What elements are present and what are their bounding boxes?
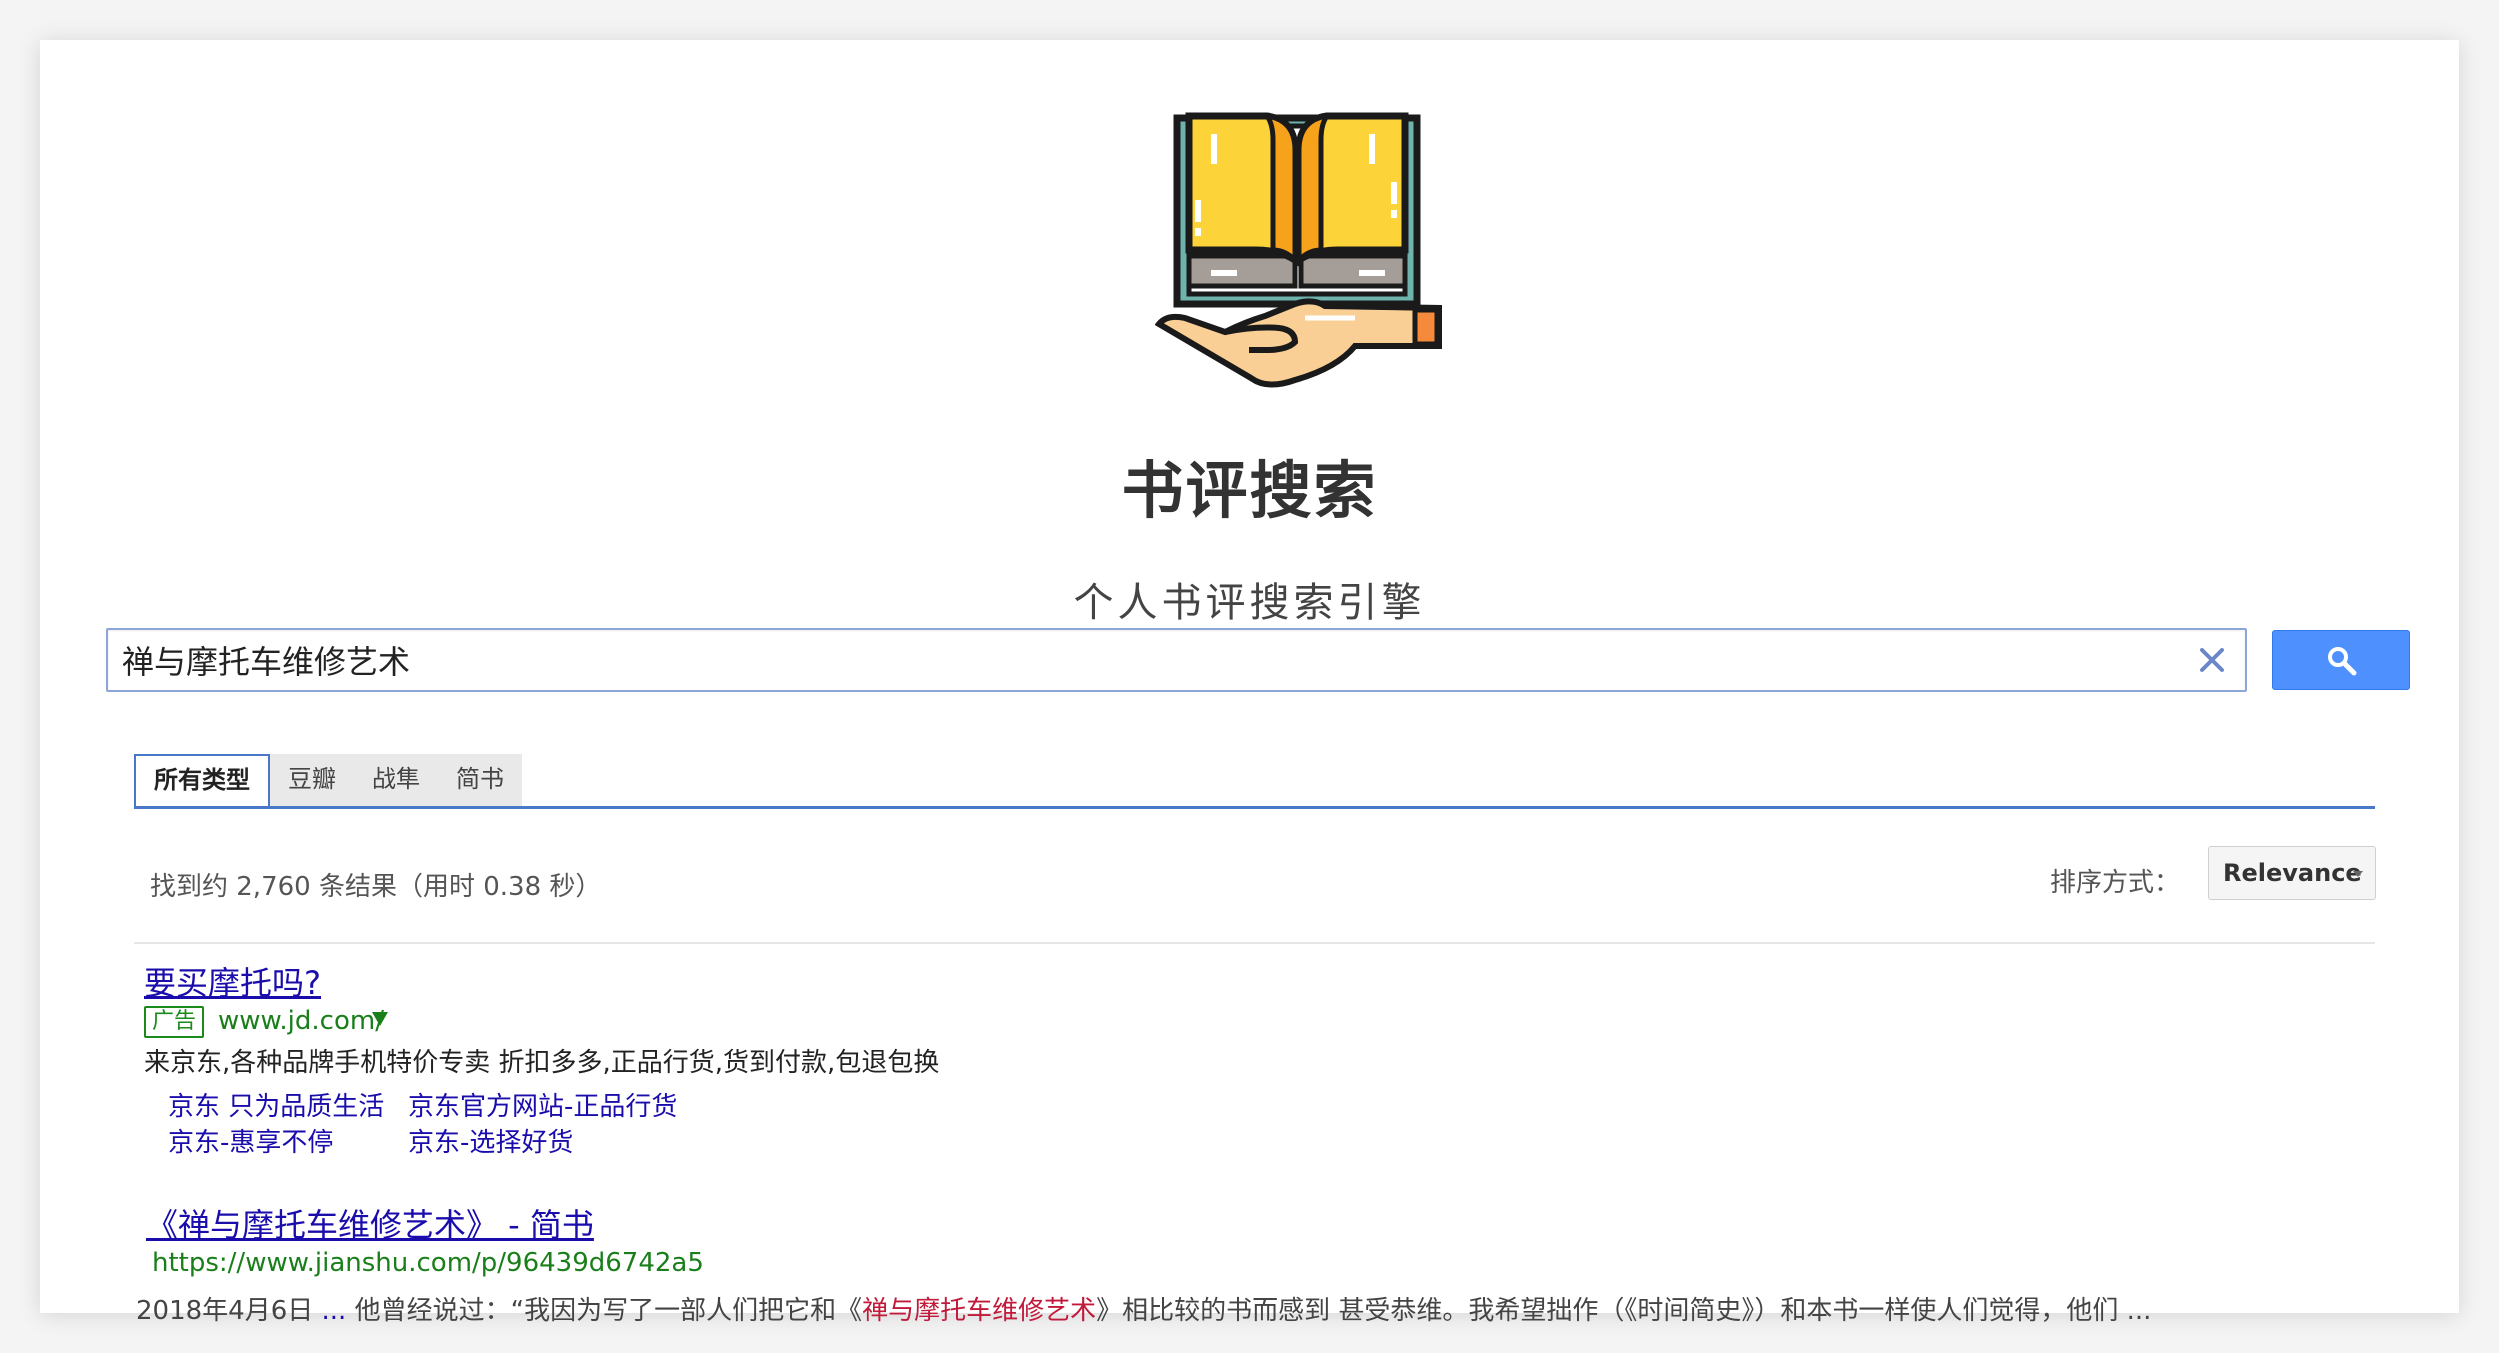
tabs-underline [134, 806, 2375, 809]
result-title-link[interactable]: 《禅与摩托车维修艺术》 - 简书 [146, 1200, 594, 1246]
sort-select[interactable]: Relevance [2208, 846, 2376, 900]
page-card: 书评搜索 个人书评搜索引擎 所有类型 豆瓣 战隼 简书 找到约 2,760 条结… [40, 40, 2459, 1326]
snippet-text-before: 他曾经说过：“我因为写了一部人们把它和《 [354, 1296, 863, 1326]
snippet-ellipsis: ... [321, 1296, 347, 1326]
caret-down-icon[interactable] [372, 1012, 388, 1026]
book-hand-icon [1155, 112, 1442, 388]
tab-douban[interactable]: 豆瓣 [270, 754, 354, 806]
result-snippet: 2018年4月6日 ... 他曾经说过：“我因为写了一部人们把它和《禅与摩托车维… [136, 1290, 2151, 1327]
ad-description: 来京东,各种品牌手机特价专卖 折扣多多,正品行货,货到付款,包退包换 [144, 1048, 940, 1078]
ad-url: www.jd.com/ [218, 1006, 384, 1036]
snippet-text-after: 》相比较的书而感到 甚受恭维。我希望拙作（《时间简史》）和本书一样使人们觉得，他… [1096, 1296, 2152, 1326]
ad-badge: 广告 [144, 1006, 205, 1038]
tab-jianshu[interactable]: 简书 [438, 754, 522, 806]
chevron-down-icon [2353, 871, 2363, 877]
search-button[interactable] [2272, 630, 2410, 690]
result-type-tabs: 所有类型 豆瓣 战隼 简书 [134, 754, 522, 806]
search-box [106, 628, 2247, 692]
ad-sitelink[interactable]: 京东-选择好货 [408, 1122, 573, 1159]
snippet-highlight: 禅与摩托车维修艺术 [862, 1296, 1097, 1326]
sort-selected-value: Relevance [2223, 859, 2362, 887]
search-icon [2328, 647, 2357, 676]
ad-title-link[interactable]: 要买摩托吗? [144, 958, 321, 1004]
ad-sitelink[interactable]: 京东官方网站-正品行货 [408, 1086, 677, 1123]
result-url: https://www.jianshu.com/p/96439d6742a5 [152, 1248, 704, 1278]
site-subtitle: 个人书评搜索引擎 [1073, 580, 1426, 626]
result-date: 2018年4月6日 [136, 1296, 314, 1326]
tab-zhansun[interactable]: 战隼 [354, 754, 438, 806]
results-count: 找到约 2,760 条结果（用时 0.38 秒） [150, 872, 602, 902]
ad-sitelink[interactable]: 京东-惠享不停 [168, 1122, 333, 1159]
search-input[interactable] [122, 630, 2162, 690]
results-divider [134, 942, 2375, 944]
site-title: 书评搜索 [1121, 454, 1378, 527]
tab-all-types[interactable]: 所有类型 [134, 754, 270, 806]
sort-label: 排序方式： [2050, 868, 2181, 898]
close-icon[interactable] [2195, 643, 2229, 677]
ad-sitelink[interactable]: 京东 只为品质生活 [168, 1086, 384, 1123]
